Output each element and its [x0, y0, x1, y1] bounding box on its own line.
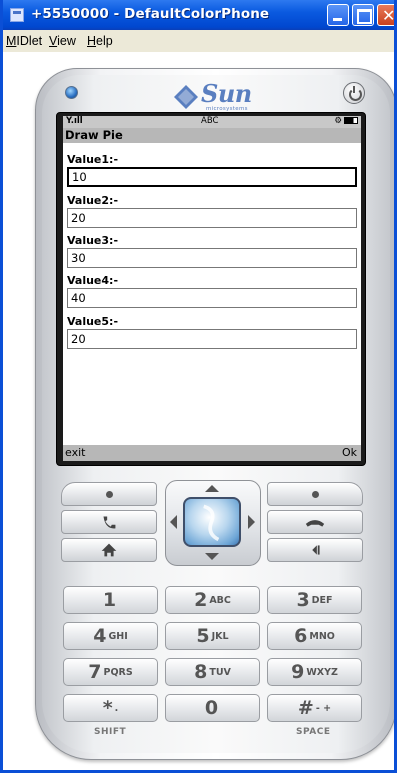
nav-down-icon[interactable]: [203, 551, 221, 561]
emulator-window: +5550000 - DefaultColorPhone ✕ MIDlet Vi…: [0, 0, 397, 773]
home-button[interactable]: [61, 538, 157, 562]
menu-help[interactable]: Help: [87, 34, 113, 48]
value4-input[interactable]: 40: [67, 288, 357, 308]
signal-icon: Y.ıll: [66, 116, 83, 126]
screen-title: Draw Pie: [63, 128, 361, 143]
menu-bar: MIDlet View Help: [3, 30, 394, 52]
value1-input[interactable]: 10: [67, 167, 357, 187]
call-button[interactable]: [61, 510, 157, 534]
key-6[interactable]: 6 MNO: [267, 622, 362, 650]
field-label-value3: Value3:-: [67, 234, 119, 247]
softkey-ok-label[interactable]: Ok: [342, 445, 357, 461]
hang-up-icon: [305, 520, 325, 527]
value2-input[interactable]: 20: [67, 208, 357, 228]
nav-right-icon[interactable]: [246, 513, 256, 531]
menu-midlet[interactable]: MIDlet: [6, 34, 42, 48]
field-label-value5: Value5:-: [67, 315, 119, 328]
key-3[interactable]: 3 DEF: [267, 586, 362, 614]
softkey-exit-label[interactable]: exit: [65, 445, 85, 461]
phone-screen: Y.ıll ABC ⚙ Draw Pie Value1:- 10 Value2:…: [63, 116, 361, 461]
input-mode-indicator: ABC: [201, 116, 219, 126]
key-5[interactable]: 5 JKL: [165, 622, 260, 650]
phone-status-bar: Y.ıll ABC ⚙: [63, 116, 361, 128]
nav-select-button[interactable]: [183, 497, 241, 547]
key-1[interactable]: 1: [63, 586, 158, 614]
brand-text: Sun: [201, 79, 252, 108]
key-4[interactable]: 4 GHI: [63, 622, 158, 650]
space-label: SPACE: [296, 727, 331, 737]
home-icon: [101, 543, 117, 557]
nav-left-icon[interactable]: [169, 513, 179, 531]
maximize-button[interactable]: [352, 4, 374, 26]
sun-logo: Sun microsystems: [173, 78, 263, 114]
close-icon: ✕: [382, 6, 396, 25]
key-hash[interactable]: # - +: [267, 694, 362, 722]
close-button[interactable]: ✕: [377, 4, 396, 26]
key-star[interactable]: *.: [63, 694, 158, 722]
minimize-button[interactable]: [327, 4, 349, 26]
shift-label: SHIFT: [94, 727, 127, 737]
menu-view[interactable]: View: [49, 34, 76, 48]
status-led-icon: [65, 86, 78, 99]
field-label-value1: Value1:-: [67, 153, 119, 166]
key-0[interactable]: 0: [165, 694, 260, 722]
back-button[interactable]: [267, 538, 363, 562]
phone-call-icon: [103, 516, 116, 529]
key-2[interactable]: 2 ABC: [165, 586, 260, 614]
value3-input[interactable]: 30: [67, 248, 357, 268]
key-9[interactable]: 9 WXYZ: [267, 658, 362, 686]
key-8[interactable]: 8 TUV: [165, 658, 260, 686]
power-button[interactable]: [343, 82, 365, 104]
back-icon: [312, 545, 320, 555]
softkey-bar: exit Ok: [63, 445, 361, 461]
field-label-value2: Value2:-: [67, 194, 119, 207]
key-7[interactable]: 7 PQRS: [63, 658, 158, 686]
sun-diamond-icon: [174, 85, 198, 109]
window-title: +5550000 - DefaultColorPhone: [31, 6, 270, 22]
end-call-button[interactable]: [267, 510, 363, 534]
value5-input[interactable]: 20: [67, 329, 357, 349]
field-label-value4: Value4:-: [67, 274, 119, 287]
app-window-icon[interactable]: [10, 8, 24, 22]
select-swoosh-icon: [203, 504, 220, 542]
nav-up-icon[interactable]: [203, 484, 221, 494]
right-softkey-button[interactable]: [267, 482, 363, 506]
title-bar[interactable]: +5550000 - DefaultColorPhone ✕: [3, 0, 394, 30]
battery-icon: ⚙: [334, 116, 358, 127]
left-softkey-button[interactable]: [61, 482, 157, 506]
